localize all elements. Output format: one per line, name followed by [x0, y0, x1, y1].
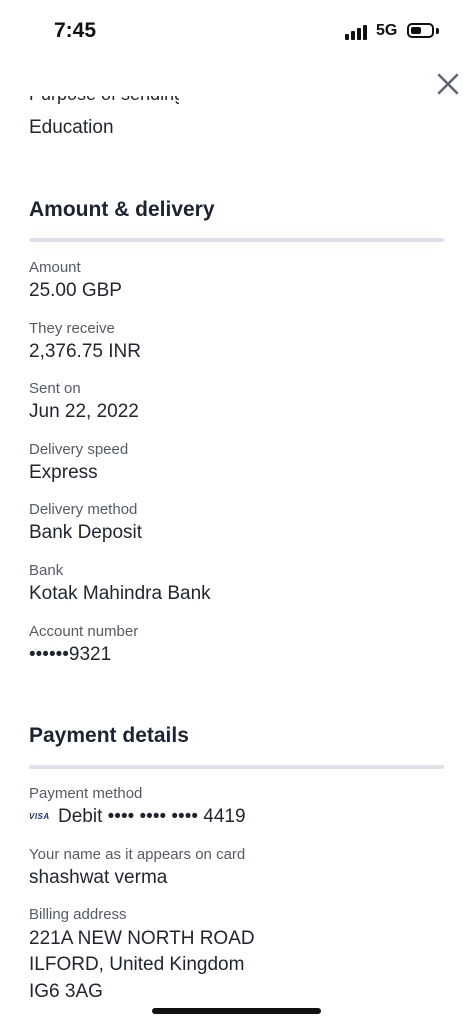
section-divider [29, 238, 444, 242]
close-button[interactable] [434, 70, 462, 98]
billing-address-line: ILFORD, United Kingdom [29, 954, 245, 975]
status-bar: 7:45 5G [0, 0, 473, 60]
they-receive-value: 2,376.75 INR [29, 341, 141, 362]
bank-value: Kotak Mahindra Bank [29, 583, 211, 604]
visa-icon: VISA [29, 812, 50, 821]
cardholder-name-label: Your name as it appears on card [29, 846, 246, 863]
sent-on-label: Sent on [29, 380, 81, 397]
sent-on-value: Jun 22, 2022 [29, 401, 139, 422]
delivery-method-value: Bank Deposit [29, 522, 143, 543]
they-receive-label: They receive [29, 320, 115, 337]
account-number-label: Account number [29, 623, 139, 640]
payment-method-value: Debit •••• •••• •••• 4419 [58, 806, 246, 827]
payment-method-label: Payment method [29, 785, 143, 802]
battery-tip [436, 28, 439, 34]
amount-value: 25.00 GBP [29, 280, 122, 301]
status-time: 7:45 [54, 19, 97, 42]
close-icon [437, 73, 459, 95]
section-divider [29, 765, 444, 769]
home-indicator[interactable] [152, 1008, 321, 1014]
bank-label: Bank [29, 562, 64, 579]
purpose-value: Education [29, 117, 114, 138]
cardholder-name-value: shashwat verma [29, 867, 168, 888]
delivery-speed-value: Express [29, 462, 98, 483]
network-label: 5G [376, 22, 398, 39]
amount-delivery-title: Amount & delivery [29, 198, 215, 221]
signal-icon [345, 24, 371, 40]
account-number-value: ••••••9321 [29, 644, 112, 665]
billing-address-line: IG6 3AG [29, 981, 103, 1002]
billing-address-line: 221A NEW NORTH ROAD [29, 928, 255, 949]
battery-icon [407, 23, 434, 38]
billing-address-label: Billing address [29, 906, 127, 923]
payment-details-title: Payment details [29, 724, 189, 747]
delivery-method-label: Delivery method [29, 501, 138, 518]
partial-label-text: Purpose of sending [29, 96, 179, 104]
amount-label: Amount [29, 259, 81, 276]
partial-label: Purpose of sending [29, 96, 179, 104]
delivery-speed-label: Delivery speed [29, 441, 129, 458]
